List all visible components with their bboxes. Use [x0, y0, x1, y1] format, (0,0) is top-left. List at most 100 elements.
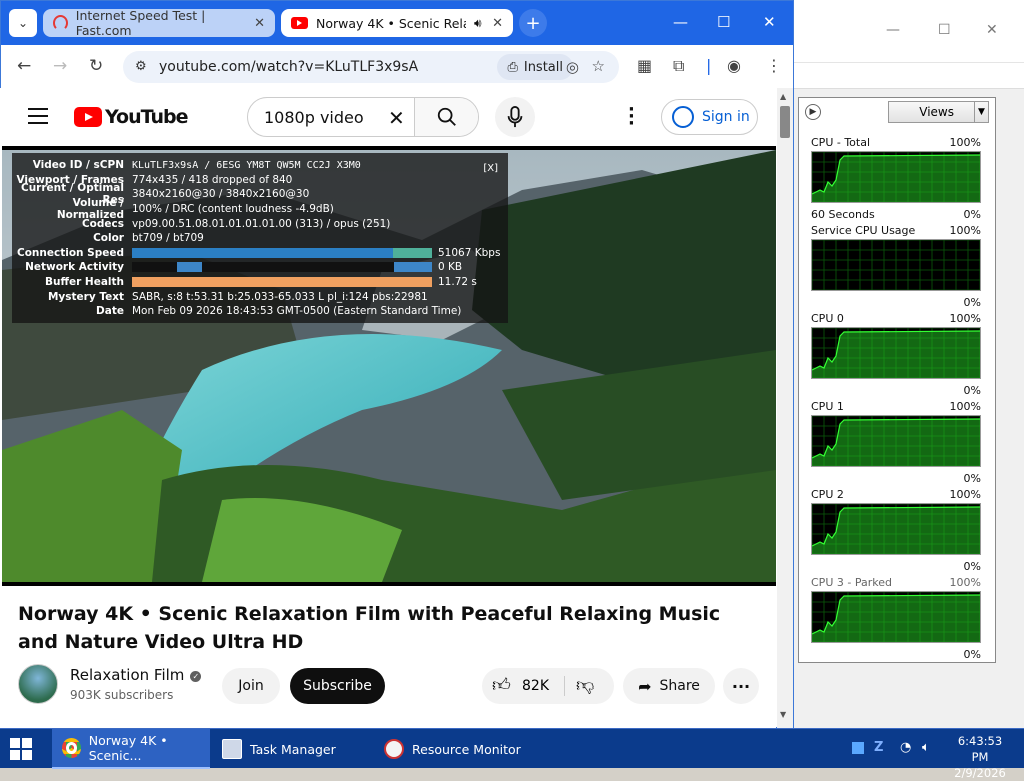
graph-canvas [811, 327, 981, 379]
taskbar-item-resource-monitor[interactable]: Resource Monitor [374, 729, 534, 769]
minimize-icon[interactable]: — [673, 13, 688, 31]
scroll-up-icon[interactable]: ▲ [780, 92, 786, 101]
stats-row: Codecs vp09.00.51.08.01.01.01.01.00 (313)… [12, 216, 508, 231]
scrollbar-thumb[interactable] [780, 106, 790, 138]
close-window-icon[interactable]: ✕ [763, 13, 776, 31]
taskbar-label: Task Manager [250, 741, 336, 757]
voice-search-button[interactable] [495, 97, 535, 137]
close-tab-icon[interactable]: ✕ [254, 16, 265, 31]
youtube-logo[interactable]: YouTube [74, 106, 188, 128]
youtube-page: YouTube ✕ ··· Sign in [0, 88, 776, 728]
close-tab-icon[interactable]: ✕ [492, 16, 503, 31]
tray-app-icon[interactable] [852, 742, 864, 754]
share-button[interactable]: ➦ Share [623, 668, 715, 704]
network-icon[interactable]: ◔ [900, 740, 911, 755]
tab-search-button[interactable]: ⌄ [9, 9, 37, 37]
tab-title: Internet Speed Test | Fast.com [75, 8, 206, 38]
taskbar-item-chrome[interactable]: Norway 4K • Scenic... [52, 729, 210, 769]
taskbar-item-task-manager[interactable]: Task Manager [212, 729, 372, 769]
stats-row: Color bt709 / bt709 [12, 231, 508, 246]
start-button[interactable] [10, 738, 32, 760]
channel-avatar[interactable] [18, 664, 58, 704]
tracking-off-icon[interactable]: ◎ [566, 58, 579, 76]
tab-title: Norway 4K • Scenic Relaxati [316, 15, 466, 31]
share-label: Share [659, 678, 700, 694]
audio-playing-icon[interactable]: 🔊︎ [474, 16, 482, 31]
cpu-graph: CPU 1 100% 0% [811, 400, 981, 485]
subscribe-button[interactable]: Subscribe [290, 668, 385, 704]
stats-key: Mystery Text [47, 290, 124, 303]
graph-max: 100% [949, 400, 981, 413]
stats-for-nerds-overlay: [X] Video ID / sCPN KLuTLF3x9sA / 6ESG YM… [12, 153, 508, 323]
task-manager-icon [222, 739, 242, 759]
youtube-header: YouTube ✕ ··· Sign in [0, 88, 776, 146]
dislike-icon[interactable]: 👎︎ [576, 674, 594, 696]
sign-in-label: Sign in [702, 109, 750, 125]
more-actions-icon[interactable]: ··· [723, 668, 759, 704]
join-button[interactable]: Join [222, 668, 280, 704]
close-stats-button[interactable]: [X] [483, 163, 498, 174]
apps-grid-icon[interactable]: ▦ [637, 56, 652, 75]
graph-canvas [811, 239, 981, 291]
stats-row: Volume / Normalized 100% / DRC (content l… [12, 197, 508, 221]
graph-max: 100% [949, 576, 981, 589]
clock-time: 6:43:53 PM [957, 734, 1003, 764]
graph-canvas [811, 415, 981, 467]
views-dropdown[interactable]: Views ▼ [888, 101, 989, 123]
address-bar[interactable]: ⚙ youtube.com/watch?v=KLuTLF3x9sA ⎙ Inst… [123, 51, 619, 83]
settings-menu-icon[interactable]: · · · [628, 101, 635, 133]
forward-icon[interactable]: → [53, 56, 67, 76]
stats-value: 11.72 s [438, 276, 477, 289]
extensions-icon[interactable]: ⧉ [673, 56, 684, 76]
stats-value: KLuTLF3x9sA / 6ESG YM8T QW5M CC2J X3M0 [132, 159, 361, 171]
resmon-menu-strip [794, 63, 1024, 89]
graph-min: 0% [963, 296, 981, 309]
account-icon [672, 106, 694, 128]
close-icon[interactable]: ✕ [986, 22, 998, 38]
stats-key: Codecs [81, 217, 124, 230]
youtube-wordmark: YouTube [105, 106, 188, 128]
like-divider [564, 676, 565, 696]
like-count[interactable]: 82K [522, 678, 549, 694]
sign-in-button[interactable]: Sign in [661, 99, 758, 135]
tab-youtube[interactable]: Norway 4K • Scenic Relaxati 🔊︎ ✕ [281, 9, 513, 37]
page-scrollbar[interactable]: ▲ ▼ [777, 88, 793, 728]
install-app-button[interactable]: ⎙ Install [497, 54, 573, 80]
bookmark-star-icon[interactable]: ☆ [592, 57, 605, 75]
volume-icon[interactable]: 🔈︎ [922, 740, 930, 755]
search-input[interactable] [248, 107, 378, 127]
tray-z-icon[interactable]: Z [874, 740, 883, 755]
subscribe-label: Subscribe [303, 678, 372, 694]
stats-value: vp09.00.51.08.01.01.01.01.00 (313) / opu… [132, 217, 391, 230]
tab-fast-com[interactable]: Internet Speed Test | Fast.com ✕ [43, 8, 275, 38]
clear-search-icon[interactable]: ✕ [388, 106, 405, 130]
channel-name[interactable]: Relaxation Film ✓ [70, 666, 202, 684]
tab-strip: ⌄ Internet Speed Test | Fast.com ✕ Norwa… [1, 1, 793, 45]
back-icon[interactable]: ← [17, 56, 31, 76]
graph-timespan: 60 Seconds [811, 208, 875, 221]
scroll-down-icon[interactable]: ▼ [780, 710, 786, 719]
minimize-icon[interactable]: — [886, 22, 900, 38]
chrome-menu-icon[interactable]: ⋮ [766, 56, 782, 75]
site-info-icon[interactable]: ⚙ [135, 59, 147, 74]
graph-name: CPU 2 [811, 488, 844, 501]
browser-toolbar: ← → ↻ ⚙ youtube.com/watch?v=KLuTLF3x9sA … [1, 45, 793, 89]
stats-key: Video ID / sCPN [32, 159, 124, 172]
collapse-panel-icon[interactable]: ▶ [805, 104, 821, 120]
resource-monitor-icon [384, 739, 404, 759]
cpu-graph: CPU - Total 100% 60 Seconds 0% [811, 136, 981, 221]
stats-row: Video ID / sCPN KLuTLF3x9sA / 6ESG YM8T Q… [12, 158, 508, 173]
maximize-icon[interactable]: ☐ [938, 22, 951, 38]
taskbar-label: Resource Monitor [412, 741, 521, 757]
maximize-icon[interactable]: ☐ [717, 13, 730, 31]
video-player[interactable]: [X] Video ID / sCPN KLuTLF3x9sA / 6ESG YM… [2, 146, 776, 586]
stats-bar-graph [132, 247, 432, 258]
taskbar-clock[interactable]: 6:43:53 PM 2/9/2026 [948, 733, 1012, 781]
like-icon[interactable]: 👍︎ [492, 674, 511, 696]
search-button[interactable] [414, 98, 478, 136]
new-tab-button[interactable]: + [519, 9, 547, 37]
hamburger-menu-icon[interactable] [28, 108, 48, 129]
profile-icon[interactable]: ◉ [727, 56, 741, 75]
reload-icon[interactable]: ↻ [89, 56, 103, 76]
graph-max: 100% [949, 224, 981, 237]
